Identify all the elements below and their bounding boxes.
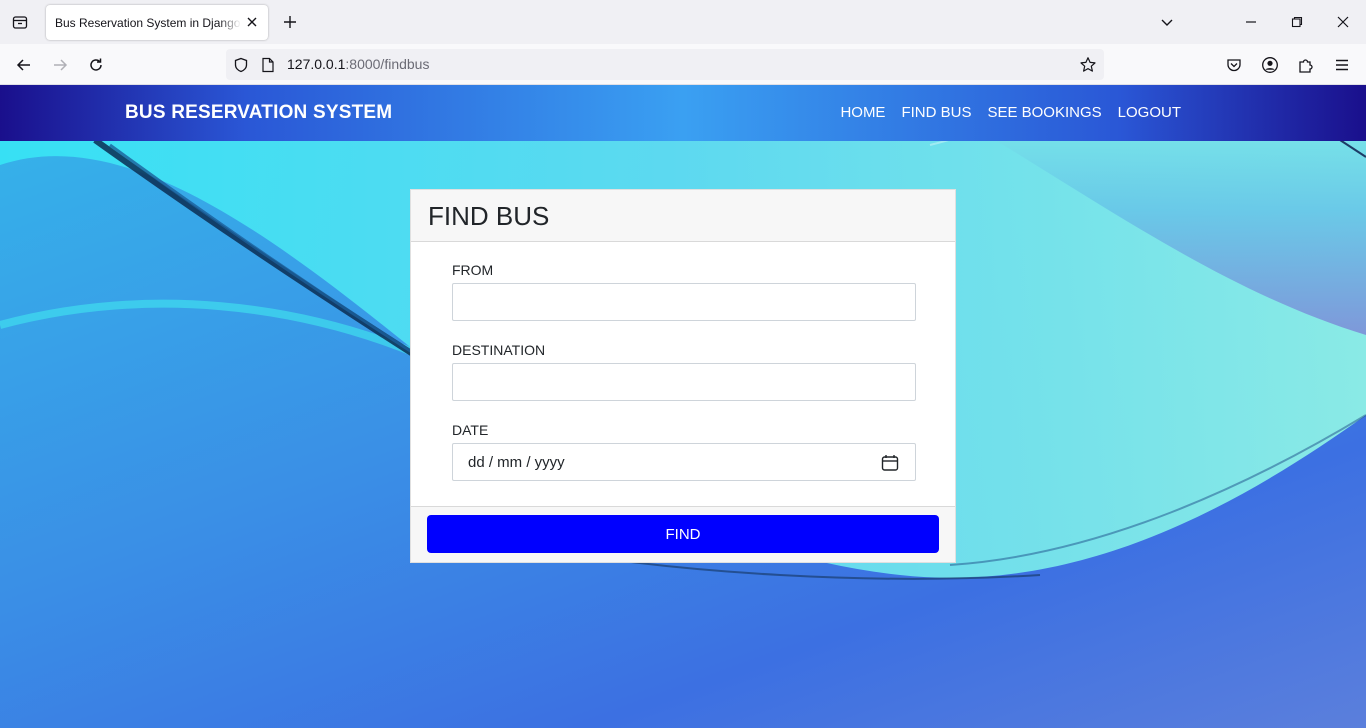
calendar-icon[interactable] xyxy=(881,454,899,472)
site-navbar: BUS RESERVATION SYSTEM HOME FIND BUS SEE… xyxy=(0,85,1366,141)
url-text[interactable]: 127.0.0.1:8000/findbus xyxy=(287,56,429,72)
find-button[interactable]: FIND xyxy=(427,515,939,553)
address-bar[interactable]: 127.0.0.1:8000/findbus xyxy=(226,49,1104,80)
card-footer: FIND xyxy=(411,506,955,562)
browser-toolbar: 127.0.0.1:8000/findbus xyxy=(0,44,1366,85)
tab-title: Bus Reservation System in Django Framewo… xyxy=(55,15,241,30)
url-path: :8000/findbus xyxy=(345,56,430,72)
extensions-icon[interactable] xyxy=(1294,53,1318,77)
nav-link-home[interactable]: HOME xyxy=(840,104,885,121)
close-icon[interactable] xyxy=(244,14,260,30)
site-nav-links: HOME FIND BUS SEE BOOKINGS LOGOUT xyxy=(840,104,1181,121)
browser-tab-bar: Bus Reservation System in Django Framewo… xyxy=(0,0,1366,44)
new-tab-icon[interactable] xyxy=(280,12,300,32)
account-icon[interactable] xyxy=(1258,53,1282,77)
find-bus-card: FIND BUS FROM DESTINATION DATE dd / mm /… xyxy=(410,189,956,563)
shield-icon[interactable] xyxy=(232,56,250,74)
window-close-icon[interactable] xyxy=(1333,12,1353,32)
destination-label: DESTINATION xyxy=(452,342,546,358)
url-host: 127.0.0.1 xyxy=(287,56,346,72)
nav-link-see-bookings[interactable]: SEE BOOKINGS xyxy=(987,104,1101,121)
restore-icon[interactable] xyxy=(1287,12,1307,32)
nav-link-logout[interactable]: LOGOUT xyxy=(1118,104,1181,121)
bookmark-star-icon[interactable] xyxy=(1079,56,1097,74)
site-brand[interactable]: BUS RESERVATION SYSTEM xyxy=(125,102,392,124)
date-placeholder: dd / mm / yyyy xyxy=(468,454,565,471)
reload-icon[interactable] xyxy=(84,53,108,77)
menu-icon[interactable] xyxy=(1330,53,1354,77)
tab-list-icon[interactable] xyxy=(8,10,32,34)
destination-input[interactable] xyxy=(452,363,916,401)
page-icon[interactable] xyxy=(259,56,277,74)
page-title: FIND BUS xyxy=(428,201,550,231)
tab-overflow-chevron-icon[interactable] xyxy=(1157,12,1177,32)
minimize-icon[interactable] xyxy=(1241,12,1261,32)
card-header: FIND BUS xyxy=(411,190,955,242)
page-background: BUS RESERVATION SYSTEM HOME FIND BUS SEE… xyxy=(0,85,1366,728)
find-bus-form: FROM DESTINATION DATE dd / mm / yyyy xyxy=(411,242,955,481)
from-label: FROM xyxy=(452,262,494,278)
date-input[interactable]: dd / mm / yyyy xyxy=(452,443,916,481)
back-icon[interactable] xyxy=(12,53,36,77)
pocket-icon[interactable] xyxy=(1222,53,1246,77)
nav-link-find-bus[interactable]: FIND BUS xyxy=(901,104,971,121)
forward-icon[interactable] xyxy=(48,53,72,77)
from-input[interactable] xyxy=(452,283,916,321)
browser-tab[interactable]: Bus Reservation System in Django Framewo… xyxy=(46,5,268,40)
date-label: DATE xyxy=(452,422,489,438)
